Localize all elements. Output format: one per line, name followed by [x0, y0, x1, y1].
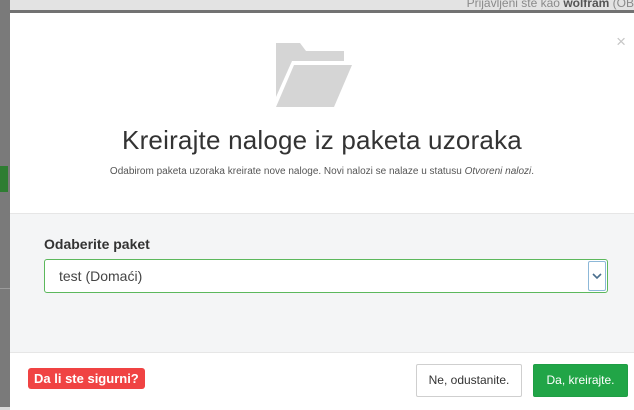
- confirm-button[interactable]: Da, kreirajte.: [533, 364, 628, 397]
- chevron-down-icon[interactable]: [588, 261, 606, 291]
- login-prefix: Prijavljeni ste kao: [466, 0, 564, 10]
- folder-open-icon: [272, 37, 354, 109]
- package-field-label: Odaberite paket: [44, 236, 150, 252]
- modal-footer: Da li ste sigurni? Ne, odustanite. Da, k…: [10, 353, 634, 410]
- create-orders-modal: × Kreirajte naloge iz paketa uzoraka Oda…: [10, 10, 634, 410]
- modal-header: Kreirajte naloge iz paketa uzoraka Odabi…: [10, 13, 634, 213]
- cancel-button[interactable]: Ne, odustanite.: [416, 364, 522, 397]
- login-suffix: (OB: [609, 0, 634, 10]
- background-divider: [0, 288, 10, 289]
- subtitle-text: Odabirom paketa uzoraka kreirate nove na…: [109, 166, 465, 177]
- subtitle-status: Otvoreni nalozi: [464, 166, 532, 177]
- modal-subtitle: Odabirom paketa uzoraka kreirate nove na…: [10, 166, 634, 177]
- modal-title: Kreirajte naloge iz paketa uzoraka: [122, 125, 522, 155]
- warning-badge: Da li ste sigurni?: [28, 368, 145, 389]
- subtitle-end: .: [531, 166, 535, 177]
- login-user: wolfram: [563, 0, 610, 10]
- login-status: Prijavljeni ste kao wolfram (OB: [467, 0, 634, 10]
- package-select-value: test (Domaći): [59, 268, 143, 284]
- background-green-marker: [0, 166, 8, 192]
- modal-body: Odaberite paket test (Domaći): [10, 214, 634, 352]
- package-select[interactable]: test (Domaći): [44, 259, 608, 293]
- background-sidebar: [0, 0, 10, 407]
